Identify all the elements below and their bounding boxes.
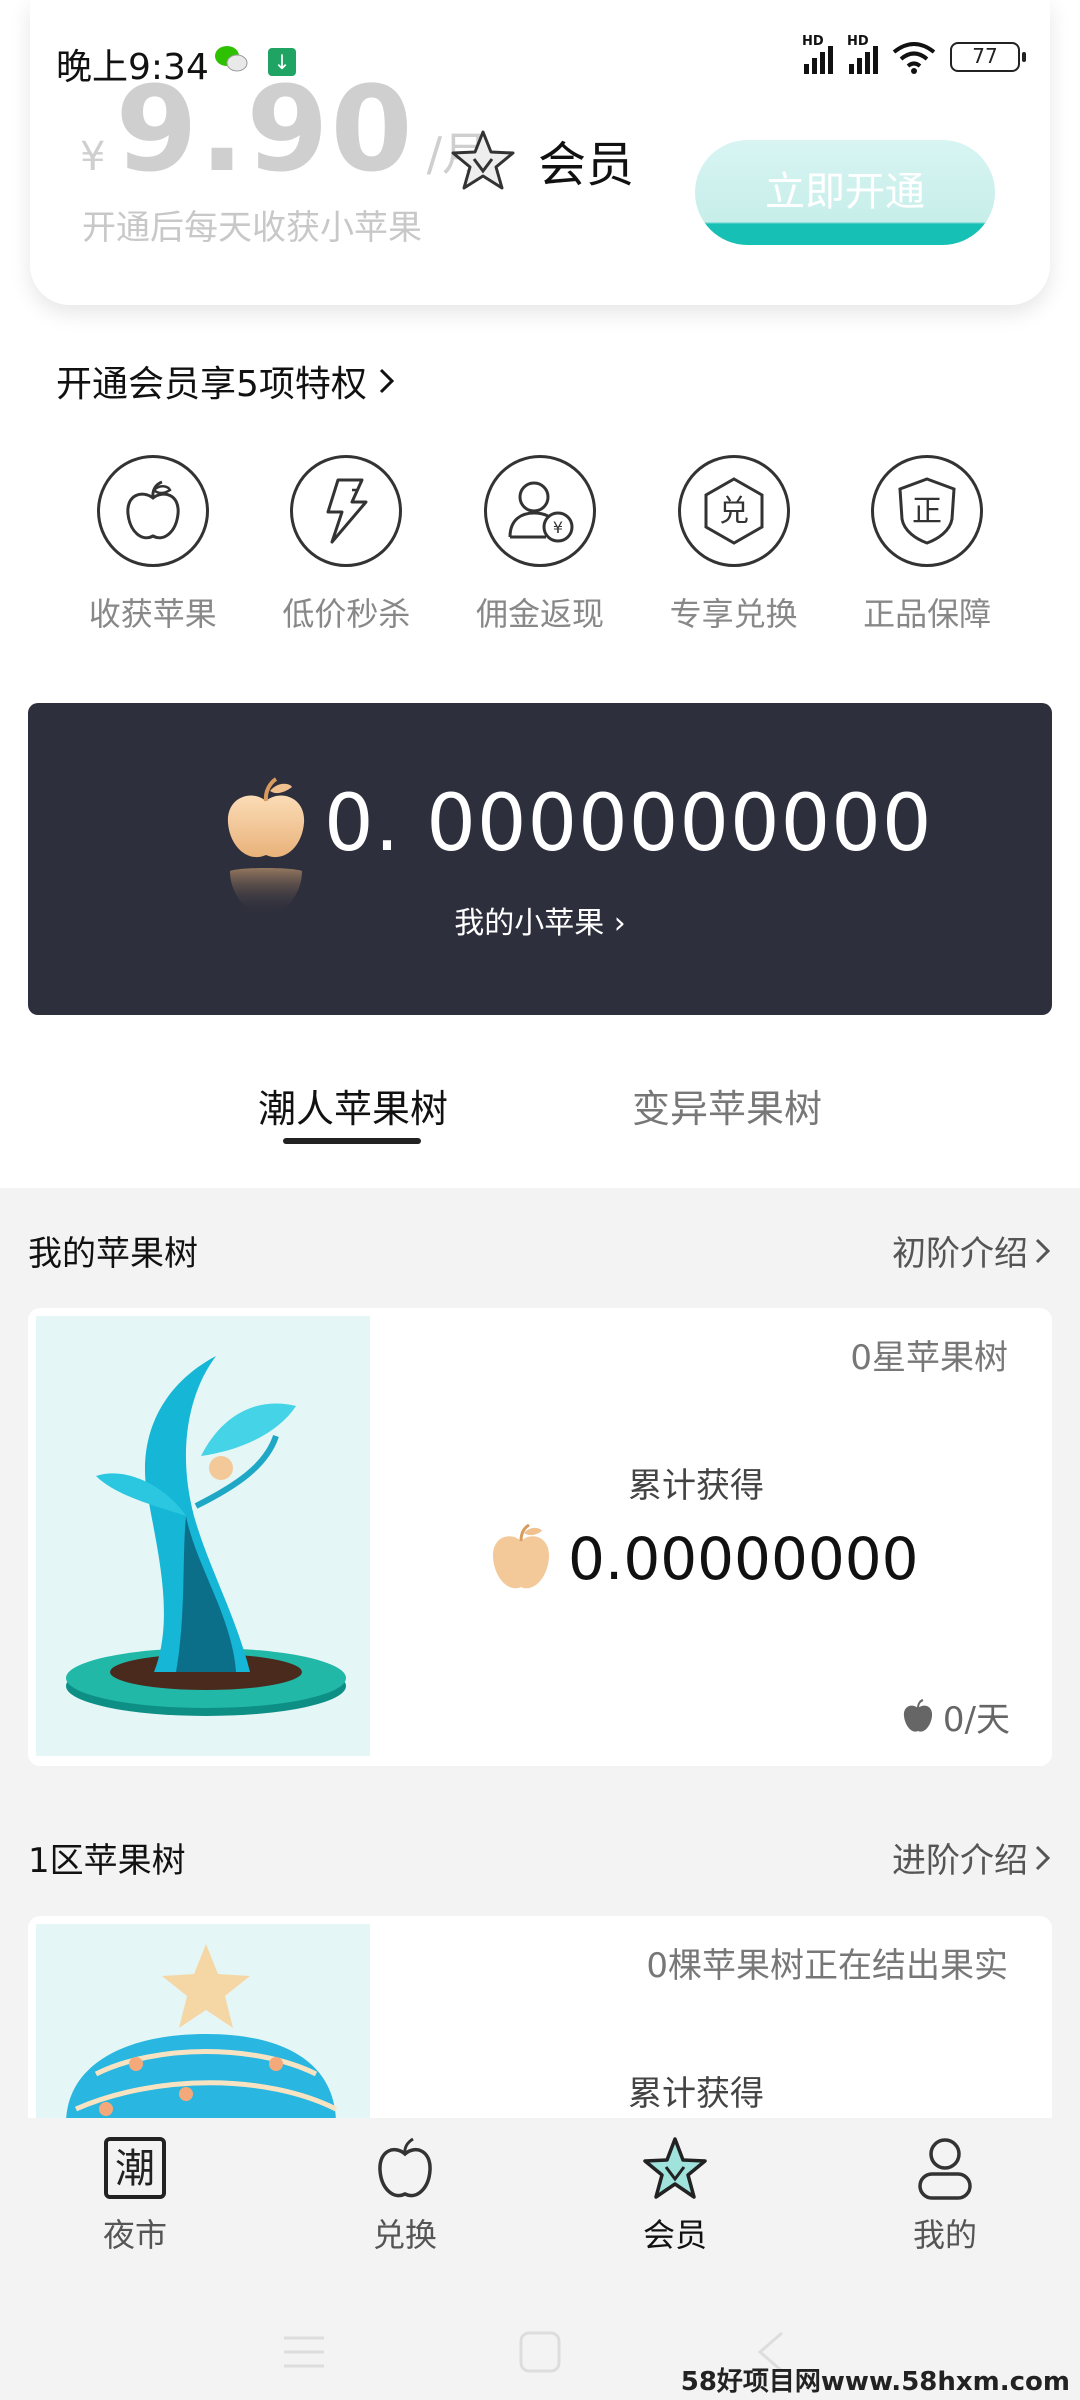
beginner-intro-label: 初阶介绍 — [892, 1234, 1028, 1274]
privilege-label: 收获苹果 — [88, 595, 217, 633]
advanced-intro-label: 进阶介绍 — [892, 1841, 1028, 1881]
privilege-label: 佣金返现 — [475, 595, 604, 633]
wifi-icon — [892, 42, 936, 74]
trees-section: 我的苹果树 初阶介绍 0星苹果树 累计获得 0.00000000 0/天 1区苹… — [0, 1188, 1080, 2374]
exchange-icon: 兑 — [704, 477, 764, 545]
apple-icon — [378, 2137, 432, 2198]
advanced-intro-link[interactable]: 进阶介绍 — [892, 1833, 1052, 1882]
cashback-icon: ¥ — [508, 481, 574, 543]
tab-mutant-apple-tree[interactable]: 变异苹果树 — [632, 1078, 822, 1133]
vip-star-icon — [451, 130, 515, 190]
daily-yield-value: 0/天 — [942, 1700, 1010, 1740]
svg-text:¥: ¥ — [553, 518, 563, 537]
chevron-right-icon: › — [613, 906, 626, 941]
signal-icon: HD — [802, 34, 833, 74]
open-membership-button[interactable]: 立即开通 — [695, 140, 995, 245]
tree-tabs: 潮人苹果树 变异苹果树 — [0, 1068, 1080, 1188]
privilege-item-cashback[interactable]: ¥ 佣金返现 — [443, 455, 637, 635]
privilege-item-exchange[interactable]: 兑 专享兑换 — [637, 455, 831, 635]
daily-yield: 0/天 — [901, 1692, 1010, 1741]
privilege-item-flash-sale[interactable]: 低价秒杀 — [250, 455, 444, 635]
nav-label: 兑换 — [372, 2216, 437, 2254]
privilege-label: 低价秒杀 — [282, 595, 411, 633]
zone-tree-title: 1区苹果树 — [28, 1841, 186, 1881]
chao-icon: 潮 — [104, 2137, 166, 2199]
watermark: 58好项目网www.58hxm.com — [680, 2367, 1070, 2397]
nav-label: 我的 — [912, 2216, 977, 2254]
accumulated-value: 0.00000000 — [568, 1525, 919, 1593]
battery-icon: 77 — [950, 42, 1026, 72]
nav-label: 夜市 — [102, 2216, 167, 2254]
nav-membership[interactable]: 会员 — [595, 2136, 755, 2256]
tree-star-level: 0星苹果树 — [850, 1338, 1008, 1378]
tree-image — [36, 1316, 370, 1756]
accumulated-label: 累计获得 — [628, 2074, 764, 2114]
privilege-label: 正品保障 — [863, 595, 992, 633]
person-icon — [918, 2138, 972, 2200]
vip-star-icon — [643, 2137, 707, 2199]
status-bar: 晚上9:34 ↓ HD HD 77 — [0, 0, 1080, 120]
privilege-label: 专享兑换 — [669, 595, 798, 633]
apple-icon — [126, 480, 180, 540]
shield-icon: 正 — [898, 477, 956, 545]
privileges-list: 收获苹果 低价秒杀 ¥ 佣金返现 兑 专享兑换 正 正品保障 — [56, 455, 1024, 635]
price-currency: ¥ — [80, 134, 106, 180]
beginner-intro-link[interactable]: 初阶介绍 — [892, 1226, 1052, 1275]
privileges-link[interactable]: 开通会员享5项特权 — [56, 355, 397, 407]
home-icon[interactable] — [518, 2330, 562, 2374]
page-title-text: 会员 — [538, 137, 635, 193]
bottom-navigation: 潮 夜市 兑换 会员 我的 — [0, 2118, 1080, 2400]
my-tree-header: 我的苹果树 初阶介绍 — [28, 1226, 1052, 1275]
apple-balance-card: 0. 0000000000 我的小苹果 › — [28, 703, 1052, 1015]
active-tab-indicator — [283, 1138, 421, 1144]
page-title: 会员 — [450, 125, 634, 195]
sapling-illustration — [66, 1356, 346, 1716]
lightning-icon — [326, 478, 368, 544]
nav-profile[interactable]: 我的 — [865, 2136, 1025, 2256]
zone-tree-header: 1区苹果树 进阶介绍 — [28, 1833, 1052, 1882]
my-tree-card[interactable]: 0星苹果树 累计获得 0.00000000 0/天 — [28, 1308, 1052, 1766]
accumulated-label: 累计获得 — [628, 1466, 764, 1506]
chevron-right-icon — [1035, 1845, 1051, 1870]
chevron-right-icon — [1035, 1238, 1051, 1263]
menu-icon[interactable] — [282, 2332, 326, 2372]
nav-night-market[interactable]: 潮 夜市 — [55, 2136, 215, 2256]
svg-text:潮: 潮 — [115, 2146, 155, 2192]
wechat-icon — [215, 46, 248, 72]
status-time: 晚上9:34 — [56, 47, 209, 88]
nav-exchange[interactable]: 兑换 — [325, 2136, 485, 2256]
download-icon: ↓ — [268, 48, 296, 76]
price-description: 开通后每天收获小苹果 — [82, 208, 422, 248]
my-apples-label: 我的小苹果 — [454, 906, 605, 941]
apple-balance-value: 0. 0000000000 — [324, 779, 933, 869]
privilege-item-apple[interactable]: 收获苹果 — [56, 455, 250, 635]
tab-trendy-apple-tree[interactable]: 潮人苹果树 — [258, 1078, 448, 1133]
my-tree-title: 我的苹果树 — [28, 1234, 198, 1274]
accumulated-row: 0.00000000 — [488, 1523, 919, 1595]
signal-icon-2: HD — [847, 34, 878, 74]
nav-label: 会员 — [642, 2216, 707, 2254]
privilege-item-genuine[interactable]: 正 正品保障 — [830, 455, 1024, 635]
golden-apple-icon — [492, 1523, 550, 1589]
fruiting-trees-status: 0棵苹果树正在结出果实 — [646, 1946, 1008, 1986]
svg-text:正: 正 — [912, 494, 942, 529]
chevron-right-icon — [379, 368, 395, 394]
svg-text:兑: 兑 — [719, 494, 749, 529]
small-apple-icon — [903, 1698, 932, 1732]
my-apples-link[interactable]: 我的小苹果 › — [28, 898, 1052, 942]
privileges-title: 开通会员享5项特权 — [56, 364, 367, 405]
